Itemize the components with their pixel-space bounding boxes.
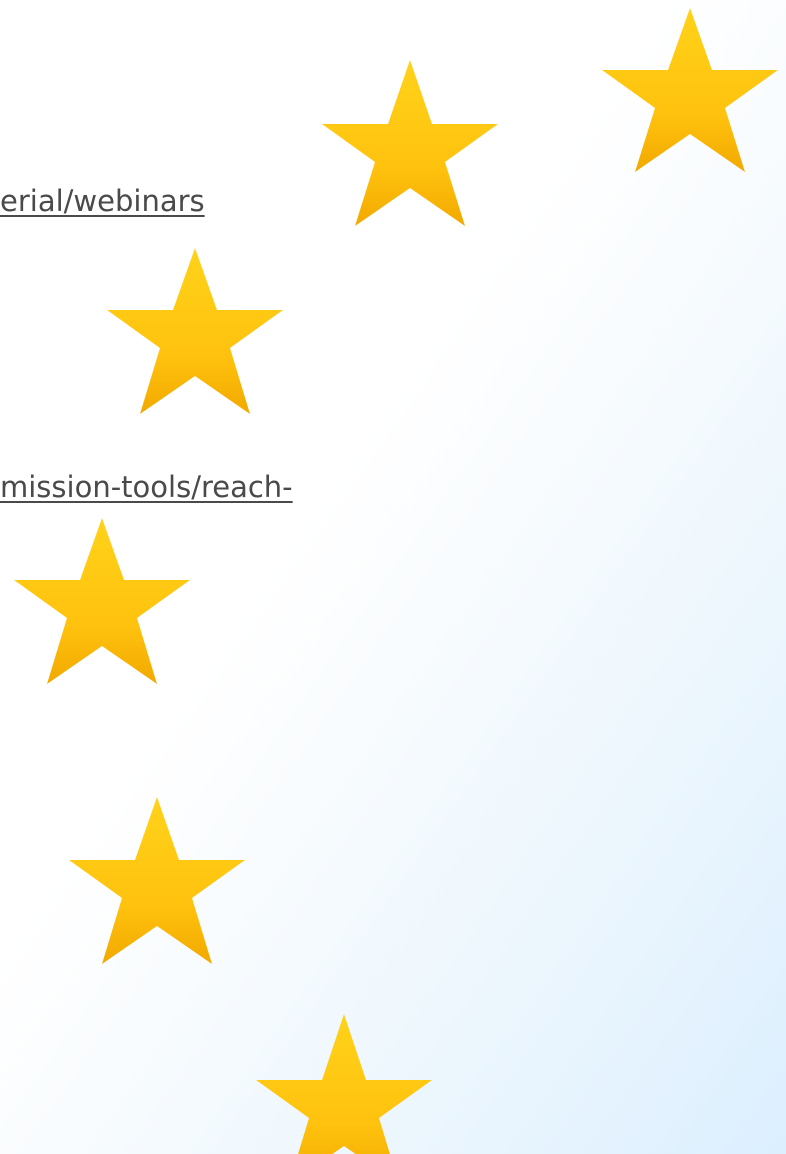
- slide-canvas: erial/webinars mission-tools/reach-: [0, 0, 786, 1154]
- reach-tools-link[interactable]: mission-tools/reach-: [0, 470, 293, 504]
- star-icon: [602, 8, 778, 172]
- star-icon: [69, 797, 245, 964]
- star-icon: [107, 248, 283, 414]
- star-icon: [322, 60, 498, 226]
- star-icon: [256, 1014, 432, 1154]
- star-icon: [14, 518, 190, 684]
- star-decoration: [14, 8, 778, 1154]
- webinars-link[interactable]: erial/webinars: [0, 184, 205, 218]
